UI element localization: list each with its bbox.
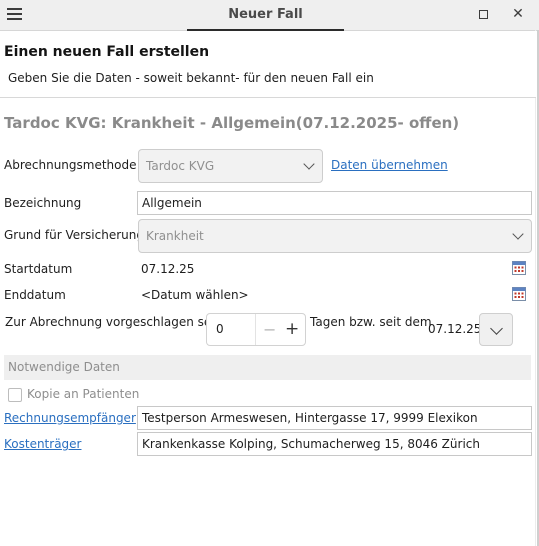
wizard-header bbox=[0, 31, 536, 97]
copy-to-patient-label: Kopie an Patienten bbox=[27, 387, 140, 401]
insurance-reason-label: Grund für Versicherung bbox=[4, 228, 144, 242]
cost-bearer-link[interactable]: Kostenträger bbox=[4, 437, 81, 451]
chevron-down-icon bbox=[512, 228, 524, 240]
chevron-down-icon bbox=[490, 322, 503, 335]
insurance-reason-value: Krankheit bbox=[146, 229, 204, 243]
case-title: Tardoc KVG: Krankheit - Allgemein(07.12.… bbox=[4, 114, 460, 132]
close-icon[interactable]: ✕ bbox=[511, 5, 525, 23]
wizard-title: Einen neuen Fall erstellen bbox=[4, 44, 210, 60]
billing-suggestion-date: 07.12.25 bbox=[428, 322, 482, 336]
window-title: Neuer Fall bbox=[187, 0, 344, 31]
header-divider bbox=[0, 97, 536, 98]
billing-method-value: Tardoc KVG bbox=[146, 159, 215, 173]
required-data-section: Notwendige Daten bbox=[4, 355, 531, 380]
calendar-icon[interactable] bbox=[512, 287, 526, 301]
billing-method-label: Abrechnungsmethode bbox=[4, 158, 137, 172]
apply-data-link[interactable]: Daten übernehmen bbox=[331, 158, 448, 172]
days-stepper-value[interactable]: 0 bbox=[216, 322, 224, 336]
invoice-recipient-field[interactable]: Testperson Armeswesen, Hintergasse 17, 9… bbox=[137, 406, 532, 430]
date-dropdown-button[interactable] bbox=[479, 313, 513, 346]
end-date-label: Enddatum bbox=[4, 288, 66, 302]
end-date-value[interactable]: <Datum wählen> bbox=[141, 288, 249, 302]
chevron-down-icon bbox=[303, 158, 315, 170]
billing-method-select[interactable]: Tardoc KVG bbox=[138, 149, 323, 183]
cost-bearer-field[interactable]: Krankenkasse Kolping, Schumacherweg 15, … bbox=[137, 432, 532, 456]
hamburger-icon[interactable] bbox=[7, 8, 23, 22]
designation-input[interactable]: Allgemein bbox=[137, 191, 532, 215]
billing-suggestion-label: Zur Abrechnung vorgeschlagen seit bbox=[5, 315, 220, 329]
invoice-recipient-link[interactable]: Rechnungsempfänger bbox=[4, 411, 136, 425]
start-date-value[interactable]: 07.12.25 bbox=[141, 262, 194, 276]
window-titlebar: Neuer Fall ✕ bbox=[0, 0, 539, 31]
days-stepper[interactable]: 0 − + bbox=[206, 313, 306, 346]
days-since-label: Tagen bzw. seit dem bbox=[310, 315, 432, 329]
stepper-divider bbox=[255, 314, 256, 345]
calendar-icon[interactable] bbox=[512, 261, 526, 275]
increment-button[interactable]: + bbox=[285, 319, 299, 339]
designation-label: Bezeichnung bbox=[4, 196, 82, 210]
window-border bbox=[535, 30, 536, 546]
copy-to-patient-checkbox[interactable] bbox=[8, 388, 22, 402]
insurance-reason-select[interactable]: Krankheit bbox=[138, 219, 532, 253]
maximize-icon[interactable] bbox=[479, 10, 488, 19]
wizard-subtitle: Geben Sie die Daten - soweit bekannt- fü… bbox=[8, 71, 374, 85]
start-date-label: Startdatum bbox=[4, 262, 73, 276]
decrement-button[interactable]: − bbox=[263, 320, 276, 339]
